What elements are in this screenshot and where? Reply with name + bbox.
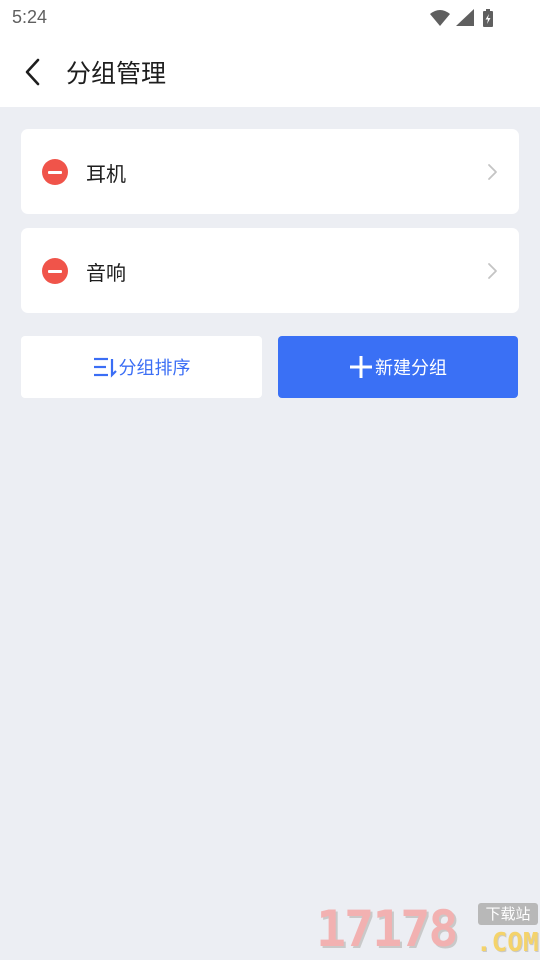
status-bar: 5:24: [0, 0, 540, 36]
chevron-right-icon: [488, 164, 497, 180]
back-arrow-icon: [25, 58, 40, 86]
chevron-right-icon: [488, 263, 497, 279]
remove-icon[interactable]: [42, 159, 68, 185]
new-group-label: 新建分组: [375, 358, 447, 379]
group-item[interactable]: 音响: [21, 228, 519, 313]
new-group-button[interactable]: 新建分组: [278, 336, 518, 398]
group-name: 音响: [86, 261, 126, 285]
sort-icon: [93, 356, 117, 378]
back-button[interactable]: [14, 52, 50, 92]
group-item[interactable]: 耳机: [21, 129, 519, 214]
plus-icon: [349, 355, 373, 379]
sort-groups-label: 分组排序: [118, 358, 191, 379]
wifi-icon: [430, 10, 450, 26]
watermark-domain: .COM: [476, 928, 539, 958]
watermark-logo: 17178 下载站 .COM: [316, 900, 540, 960]
page-title: 分组管理: [66, 59, 167, 88]
sort-groups-button[interactable]: 分组排序: [21, 336, 262, 398]
status-time: 5:24: [12, 7, 48, 27]
group-name: 耳机: [86, 162, 126, 186]
watermark-number: 17178: [316, 900, 459, 958]
app-bar: 分组管理: [0, 36, 540, 107]
status-icons: [428, 8, 500, 28]
battery-icon: [483, 9, 493, 27]
watermark-tag: 下载站: [478, 903, 538, 925]
cellular-signal-icon: [456, 9, 474, 26]
remove-icon[interactable]: [42, 258, 68, 284]
